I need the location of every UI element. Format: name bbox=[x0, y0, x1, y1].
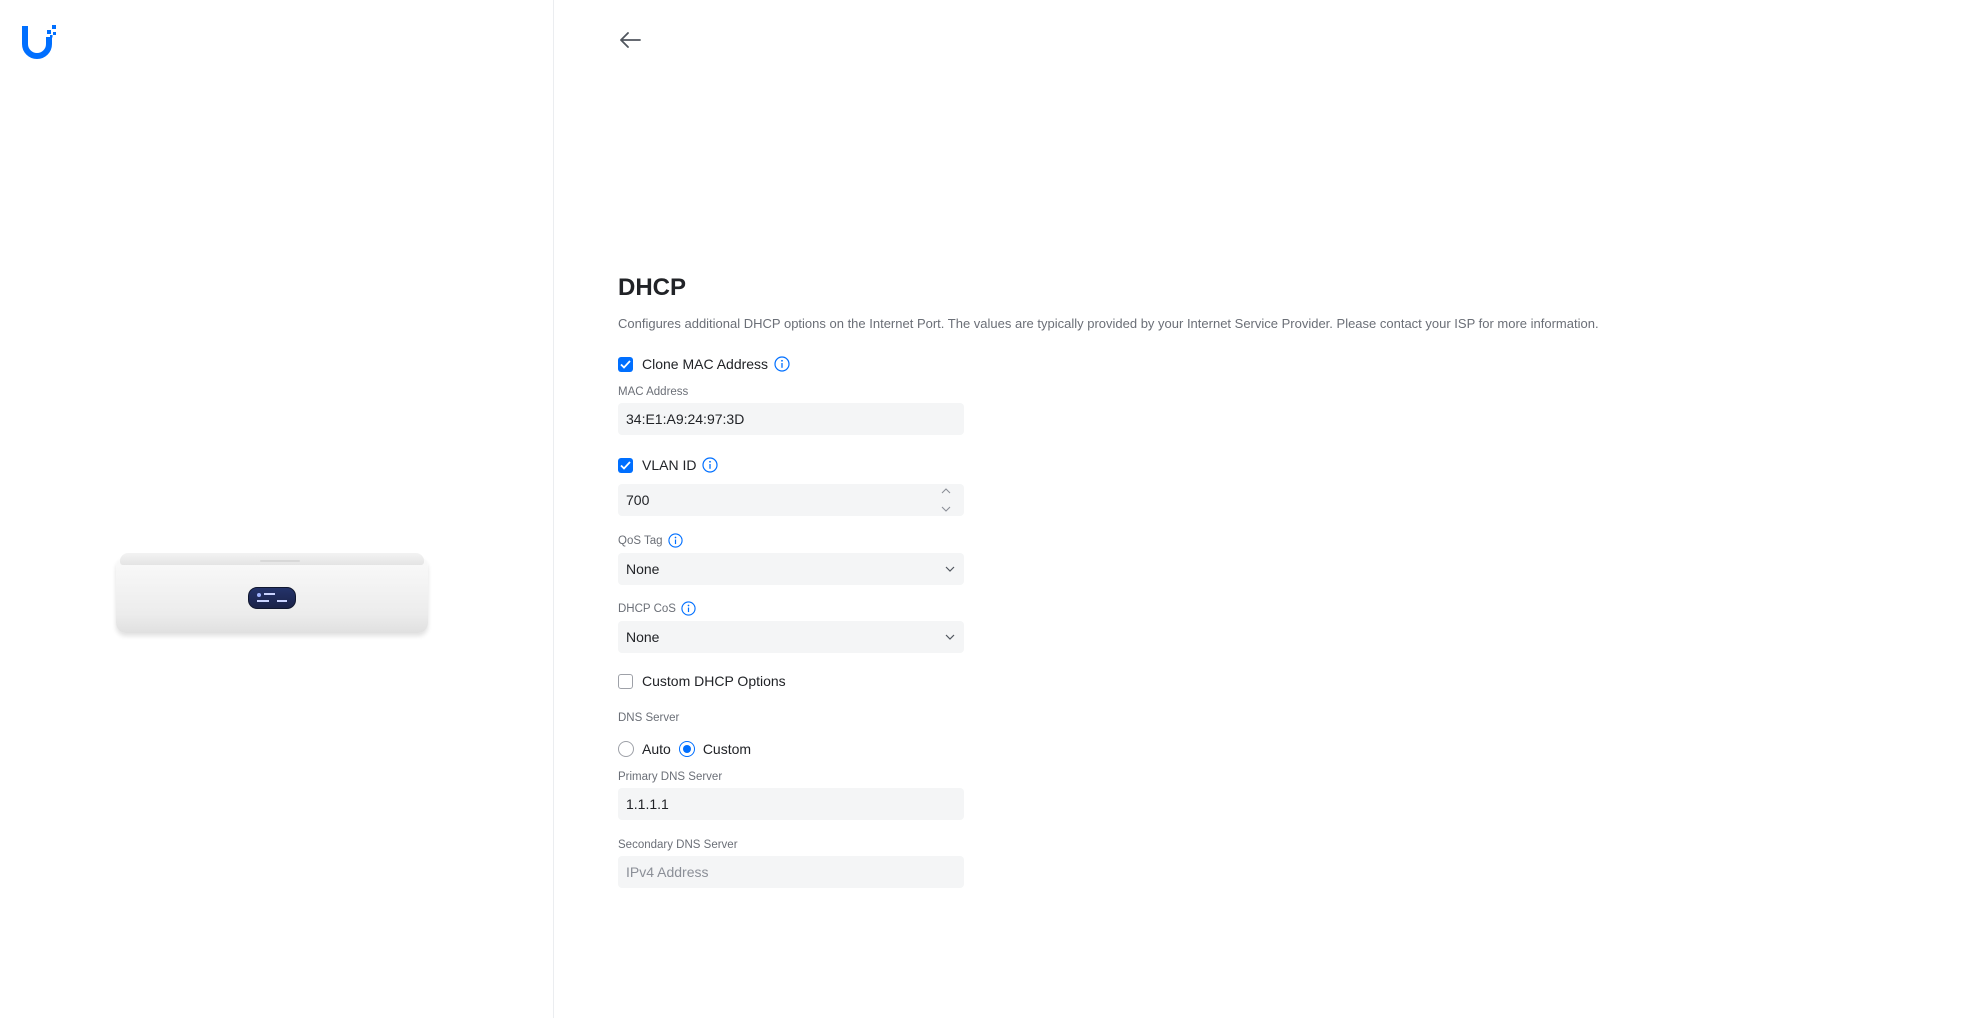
dhcp-cos-value: None bbox=[626, 629, 660, 645]
info-icon[interactable] bbox=[681, 601, 696, 616]
ubiquiti-logo-icon[interactable] bbox=[22, 24, 58, 60]
dhcp-cos-select[interactable]: None bbox=[618, 621, 964, 653]
checkmark-icon bbox=[620, 359, 631, 369]
dns-server-label: DNS Server bbox=[618, 712, 680, 724]
chevron-up-icon[interactable] bbox=[940, 487, 952, 495]
custom-dhcp-row: Custom DHCP Options bbox=[618, 672, 786, 690]
number-stepper[interactable] bbox=[940, 487, 952, 513]
page-title: DHCP bbox=[618, 274, 687, 301]
dns-auto-radio[interactable] bbox=[618, 741, 634, 757]
chevron-down-icon bbox=[945, 634, 955, 640]
info-icon[interactable] bbox=[667, 533, 683, 548]
dns-server-radio-group: Auto Custom bbox=[618, 740, 759, 758]
page-description: Configures additional DHCP options on th… bbox=[618, 316, 1599, 331]
secondary-dns-input[interactable]: IPv4 Address bbox=[618, 856, 964, 888]
dns-custom-radio[interactable] bbox=[678, 741, 695, 757]
mac-address-input[interactable]: 34:E1:A9:24:97:3D bbox=[618, 403, 964, 435]
vlan-id-value: 700 bbox=[626, 492, 650, 508]
vlan-row: VLAN ID bbox=[618, 456, 719, 474]
info-icon[interactable] bbox=[774, 356, 790, 372]
dns-auto-label: Auto bbox=[642, 741, 671, 757]
dns-custom-label: Custom bbox=[702, 741, 752, 757]
info-icon[interactable] bbox=[702, 457, 719, 473]
qos-tag-label-row: QoS Tag bbox=[618, 533, 683, 548]
clone-mac-row: Clone MAC Address bbox=[618, 355, 790, 373]
device-image bbox=[116, 553, 428, 639]
mac-address-label: MAC Address bbox=[618, 386, 689, 398]
vlan-label: VLAN ID bbox=[642, 457, 697, 473]
qos-tag-value: None bbox=[626, 561, 660, 577]
vlan-checkbox[interactable] bbox=[618, 457, 633, 473]
clone-mac-label: Clone MAC Address bbox=[642, 356, 769, 372]
chevron-down-icon bbox=[945, 566, 955, 572]
dhcp-cos-label-row: DHCP CoS bbox=[618, 601, 696, 616]
device-display bbox=[248, 587, 296, 609]
back-arrow-icon[interactable] bbox=[616, 28, 644, 52]
secondary-dns-placeholder: IPv4 Address bbox=[626, 864, 709, 880]
custom-dhcp-label: Custom DHCP Options bbox=[642, 673, 786, 689]
device-panel bbox=[0, 0, 554, 1018]
secondary-dns-label: Secondary DNS Server bbox=[618, 839, 738, 851]
chevron-down-icon[interactable] bbox=[940, 505, 952, 513]
checkmark-icon bbox=[620, 460, 631, 470]
vlan-id-input[interactable]: 700 bbox=[618, 484, 964, 516]
dhcp-cos-label: DHCP CoS bbox=[618, 602, 676, 615]
primary-dns-input[interactable]: 1.1.1.1 bbox=[618, 788, 964, 820]
clone-mac-checkbox[interactable] bbox=[618, 356, 633, 372]
primary-dns-value: 1.1.1.1 bbox=[626, 796, 669, 812]
qos-tag-label: QoS Tag bbox=[618, 534, 663, 547]
qos-tag-select[interactable]: None bbox=[618, 553, 964, 585]
mac-address-value: 34:E1:A9:24:97:3D bbox=[626, 411, 745, 427]
primary-dns-label: Primary DNS Server bbox=[618, 771, 723, 783]
custom-dhcp-checkbox[interactable] bbox=[618, 673, 633, 689]
